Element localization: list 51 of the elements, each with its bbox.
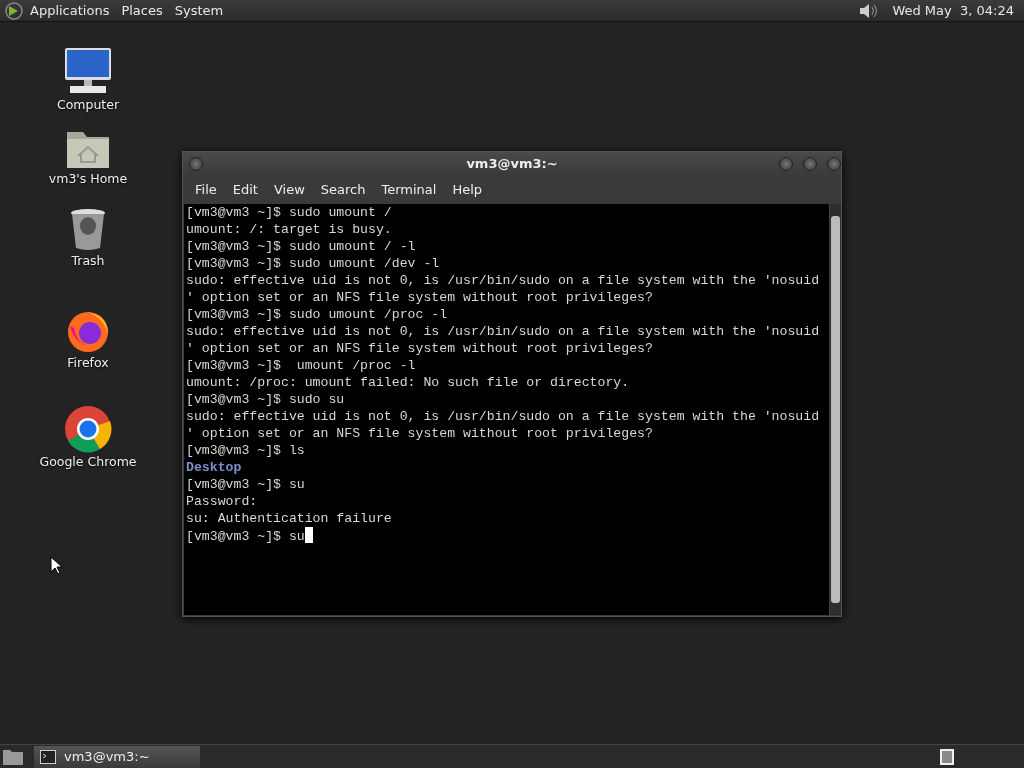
- chrome-icon[interactable]: [64, 405, 112, 453]
- menu-item[interactable]: Terminal: [373, 180, 445, 200]
- terminal-line: Desktop: [186, 459, 243, 476]
- text-cursor: [304, 527, 313, 543]
- terminal-icon: [40, 749, 56, 764]
- panel-menu[interactable]: System: [168, 0, 230, 21]
- terminal-line: [vm3@vm3 ~]$ sudo umount /proc -l: [186, 306, 449, 323]
- window-title: vm3@vm3:~: [466, 155, 558, 174]
- scrollbar[interactable]: [829, 204, 841, 615]
- trash-icon[interactable]: [68, 208, 108, 252]
- menu-item[interactable]: Search: [312, 180, 374, 200]
- window-menu-button[interactable]: [189, 157, 203, 171]
- distro-logo-icon[interactable]: [4, 0, 24, 21]
- close-button[interactable]: [827, 157, 841, 171]
- panel-menu[interactable]: Applications: [24, 0, 116, 21]
- computer-icon[interactable]: [62, 46, 114, 96]
- terminal-line: sudo: effective uid is not 0, is /usr/bin/sudo on a file system with the 'nosuid: [186, 272, 821, 289]
- terminal-line: sudo: effective uid is not 0, is /usr/bin/sudo on a file system with the 'nosuid: [186, 408, 821, 425]
- clock[interactable]: Wed May 3, 04:24: [886, 0, 1020, 21]
- terminal-line: [vm3@vm3 ~]$ su: [186, 527, 829, 544]
- workspace-switcher[interactable]: [940, 748, 954, 765]
- terminal-line: ' option set or an NFS file system without root privileges?: [186, 289, 654, 306]
- terminal-line: [vm3@vm3 ~]$ ls: [186, 442, 306, 459]
- terminal-line: [vm3@vm3 ~]$ umount /proc -l: [186, 357, 417, 374]
- taskbar-button[interactable]: vm3@vm3:~: [34, 745, 200, 768]
- terminal-line: [vm3@vm3 ~]$ su: [186, 476, 306, 493]
- menu-item[interactable]: Edit: [224, 180, 266, 200]
- desktop-icon-label[interactable]: Google Chrome: [39, 453, 137, 472]
- terminal-line: [vm3@vm3 ~]$ sudo su: [186, 391, 346, 408]
- desktop-icon-label[interactable]: vm3's Home: [48, 170, 128, 189]
- menu-item[interactable]: Help: [444, 180, 491, 200]
- desktop-icon-label[interactable]: Firefox: [67, 354, 109, 373]
- minimize-button[interactable]: [779, 157, 793, 171]
- maximize-button[interactable]: [803, 157, 817, 171]
- terminal-line: Password:: [186, 493, 259, 510]
- terminal-line: umount: /proc: umount failed: No such file or directory.: [186, 374, 631, 391]
- desktop-icon-label[interactable]: Trash: [71, 252, 105, 271]
- terminal-line: [vm3@vm3 ~]$ sudo umount / -l: [186, 238, 417, 255]
- terminal-line: ' option set or an NFS file system without root privileges?: [186, 340, 654, 357]
- desktop-icon-label[interactable]: Computer: [56, 96, 120, 115]
- terminal-line: umount: /: target is busy.: [186, 221, 393, 238]
- terminal-line: ' option set or an NFS file system without root privileges?: [186, 425, 654, 442]
- mouse-pointer-icon: [50, 556, 62, 575]
- terminal-line: su: Authentication failure: [186, 510, 393, 527]
- terminal-line: [vm3@vm3 ~]$ sudo umount /: [186, 204, 393, 221]
- menu-item[interactable]: File: [187, 180, 225, 200]
- terminal-line: [vm3@vm3 ~]$ sudo umount /dev -l: [186, 255, 441, 272]
- menu-item[interactable]: View: [265, 180, 313, 200]
- terminal-line: sudo: effective uid is not 0, is /usr/bin/sudo on a file system with the 'nosuid: [186, 323, 821, 340]
- show-desktop-icon[interactable]: [2, 747, 24, 766]
- panel-menu[interactable]: Places: [115, 0, 169, 21]
